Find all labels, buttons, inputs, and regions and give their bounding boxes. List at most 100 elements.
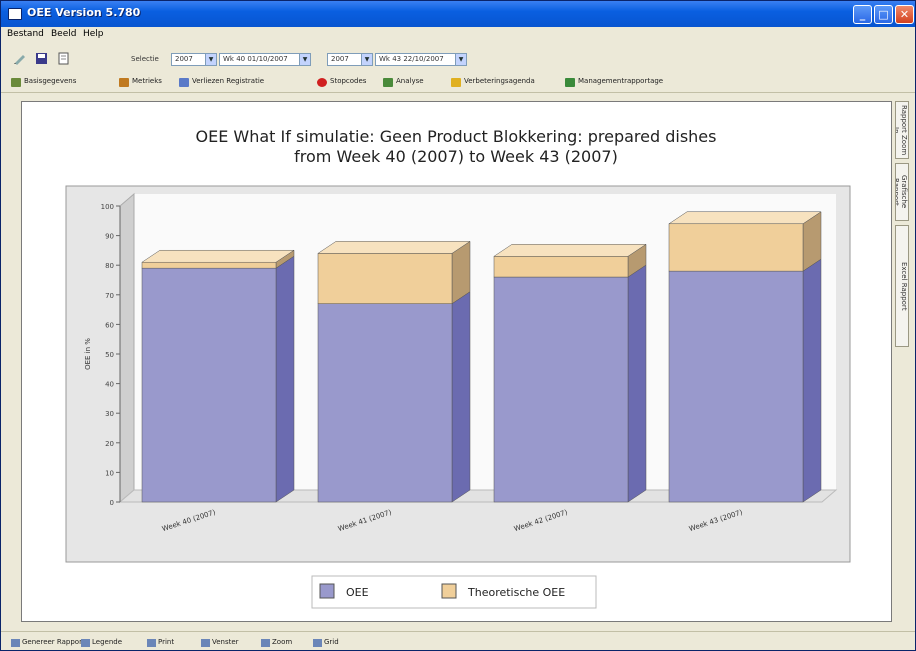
side-tabs: Rapport Zoom In Grafische Rapport Excel Ra… (894, 101, 910, 351)
bar-oee[interactable] (141, 267, 277, 503)
bar-theoretische-oee[interactable] (668, 223, 804, 272)
nav-analysis[interactable]: Analyse (383, 77, 424, 89)
legend-label: Theoretische OEE (467, 586, 565, 599)
metrics-icon (119, 78, 129, 87)
zoom-button[interactable]: Zoom (261, 638, 292, 647)
grid-button[interactable]: Grid (313, 638, 339, 647)
nav-label: Verliezen Registratie (192, 77, 265, 85)
venster-button[interactable]: Venster (201, 638, 239, 647)
period-label: Selectie (131, 55, 159, 63)
y-tick-label: 30 (105, 410, 114, 418)
agenda-icon (451, 78, 461, 87)
y-tick-label: 0 (110, 499, 114, 507)
plot-side-wall (119, 192, 135, 504)
zoom-icon (261, 639, 270, 647)
y-tick-label: 80 (105, 262, 114, 270)
chart-subtitle: from Week 40 (2007) to Week 43 (2007) (294, 147, 618, 166)
to-year-select[interactable]: 2007 ▼ (327, 53, 373, 66)
oee-chart: OEE What If simulatie: Geen Product Blok… (65, 127, 851, 609)
from-week-value: Wk 40 01/10/2007 (223, 55, 288, 63)
menu-bestand[interactable]: Bestand (7, 29, 44, 39)
nav-registration[interactable]: Verliezen Registratie (179, 77, 264, 89)
side-tab-2[interactable]: Excel Rapport (895, 225, 909, 347)
grid-icon (313, 639, 322, 647)
genereer-rapport-button[interactable]: Genereer Rapport (11, 638, 85, 647)
window-icon (201, 639, 210, 647)
menu-bar: Bestand Beeld Help (1, 27, 915, 43)
y-tick-label: 40 (105, 381, 114, 389)
side-tab-1[interactable]: Grafische Rapport (895, 163, 909, 221)
to-week-value: Wk 43 22/10/2007 (379, 55, 444, 63)
bottom-toolbar: Genereer Rapport Legende Print Venster Zoom G… (1, 631, 915, 650)
chart-title: OEE What If simulatie: Geen Product Blok… (196, 127, 717, 146)
menu-beeld[interactable]: Beeld (51, 29, 76, 39)
bar-side-0 (627, 264, 647, 503)
document-icon[interactable] (57, 52, 70, 65)
y-tick-label: 90 (105, 233, 114, 241)
to-week-select[interactable]: Wk 43 22/10/2007 ▼ (375, 53, 467, 66)
legend-icon (81, 639, 90, 647)
bar-top (668, 211, 822, 225)
bar-oee[interactable] (493, 276, 629, 503)
y-tick-label: 10 (105, 469, 114, 477)
bar-theoretische-oee[interactable] (141, 261, 277, 269)
chevron-down-icon: ▼ (361, 54, 372, 65)
chevron-down-icon: ▼ (299, 54, 310, 65)
window-title: OEE Version 5.780 (27, 6, 141, 19)
nav-report[interactable]: Managementrapportage (565, 77, 663, 89)
legend-label: OEE (346, 586, 369, 599)
y-tick-label: 50 (105, 351, 114, 359)
y-tick-label: 20 (105, 440, 114, 448)
registration-icon (179, 78, 189, 87)
nav-database[interactable]: Basisgegevens (11, 77, 76, 89)
nav-label: Verbeteringsagenda (464, 77, 535, 85)
bar-theoretische-oee[interactable] (493, 256, 629, 278)
y-tick-label: 60 (105, 321, 114, 329)
print-button[interactable]: Print (147, 638, 175, 647)
stop-icon (317, 78, 327, 87)
nav-label: Stopcodes (330, 77, 367, 85)
bar-oee[interactable] (317, 303, 453, 503)
to-year-value: 2007 (331, 55, 349, 63)
print-icon (147, 639, 156, 647)
analysis-icon (383, 78, 393, 87)
nav-agenda[interactable]: Verbeteringsagenda (451, 77, 535, 89)
from-week-select[interactable]: Wk 40 01/10/2007 ▼ (219, 53, 311, 66)
application-window: OEE Version 5.780 _ □ ✕ Bestand Beeld He… (0, 0, 916, 651)
report-panel: OEE What If simulatie: Geen Product Blok… (21, 101, 892, 622)
bar-top (141, 249, 295, 263)
generate-icon (11, 639, 20, 647)
legende-button[interactable]: Legende (81, 638, 123, 647)
bar-top (493, 244, 647, 257)
nav-label: Analyse (396, 77, 424, 85)
database-icon (11, 78, 21, 87)
period-toolbar: Selectie 2007 ▼ Wk 40 01/10/2007 ▼ 2007 ▼ W… (1, 45, 915, 71)
bar-side-0 (275, 255, 295, 503)
bottom-label: Print (158, 638, 175, 646)
maximize-button[interactable]: □ (874, 5, 893, 24)
chevron-down-icon: ▼ (455, 54, 466, 65)
report-icon (565, 78, 575, 87)
bottom-label: Genereer Rapport (22, 638, 85, 646)
nav-label: Metrieks (132, 77, 162, 85)
from-year-select[interactable]: 2007 ▼ (171, 53, 217, 66)
y-axis-label: OEE in % (84, 338, 92, 370)
bottom-label: Legende (92, 638, 123, 646)
bottom-label: Grid (324, 638, 339, 646)
side-tab-0[interactable]: Rapport Zoom In (895, 101, 909, 159)
chevron-down-icon: ▼ (205, 54, 216, 65)
bar-side-0 (451, 291, 471, 503)
legend-swatch (441, 583, 457, 599)
bar-oee[interactable] (668, 270, 804, 503)
nav-metrics[interactable]: Metrieks (119, 77, 162, 89)
app-icon (8, 8, 22, 20)
y-tick-label: 70 (105, 292, 114, 300)
save-icon[interactable] (35, 52, 48, 65)
menu-help[interactable]: Help (83, 29, 104, 39)
legend-swatch (319, 583, 335, 599)
bar-theoretische-oee[interactable] (317, 253, 453, 304)
nav-stop[interactable]: Stopcodes (317, 77, 366, 89)
minimize-button[interactable]: _ (853, 5, 872, 24)
edit-icon[interactable] (13, 52, 26, 65)
close-button[interactable]: ✕ (895, 5, 914, 24)
